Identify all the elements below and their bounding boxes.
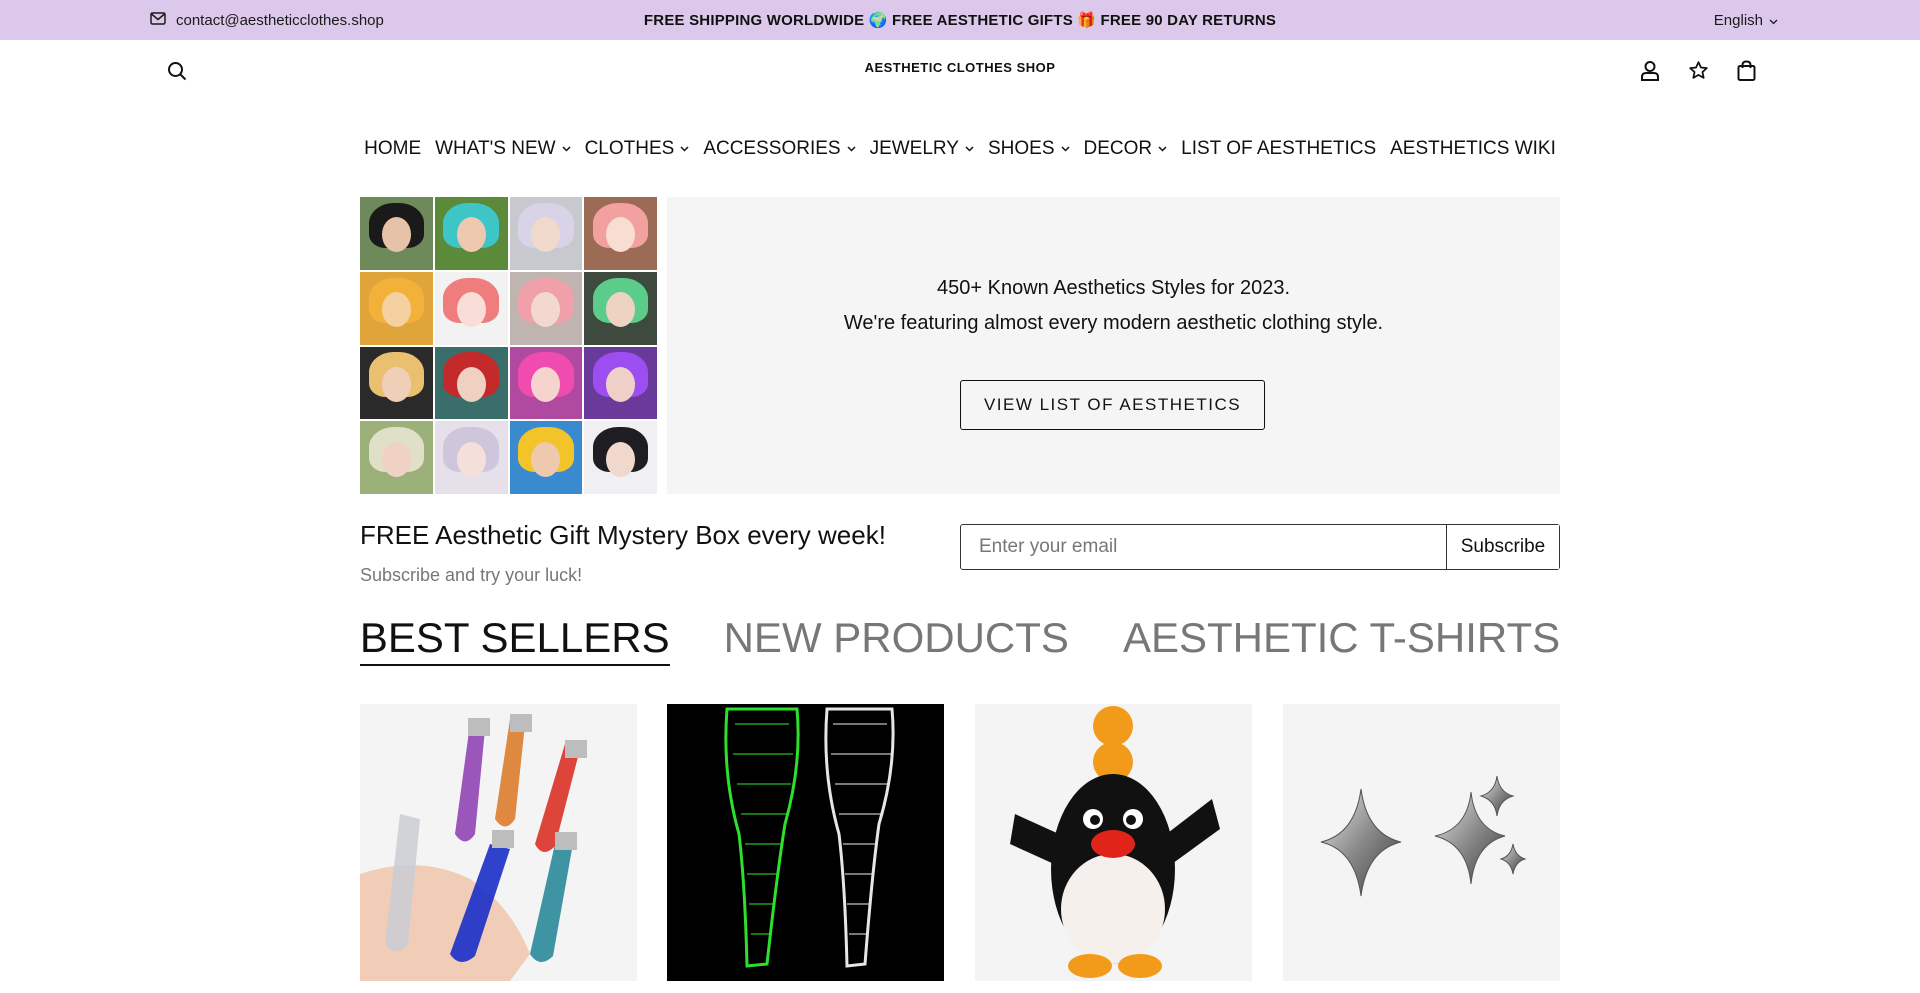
product-image-hair-clips	[360, 704, 637, 981]
announcement-bar: contact@aestheticclothes.shop FREE SHIPP…	[0, 0, 1920, 40]
nav-item-label: HOME	[364, 138, 422, 159]
account-icon[interactable]	[1639, 59, 1661, 81]
nav-item-decor[interactable]: DECOR	[1084, 136, 1168, 162]
hero-collage-image	[360, 197, 657, 494]
nav-item-accessories[interactable]: ACCESSORIES	[703, 136, 856, 162]
product-card-hair-clips[interactable]	[360, 704, 637, 981]
collage-tile	[434, 346, 508, 420]
collage-tile	[584, 271, 657, 345]
collage-tile	[509, 346, 583, 420]
nav-item-label: CLOTHES	[584, 138, 675, 159]
collage-tile	[360, 271, 433, 345]
collage-tile	[434, 197, 508, 270]
nav-item-label: SHOES	[987, 138, 1055, 159]
main-nav: HOME WHAT'S NEW CLOTHES ACCESSORIES JEWE…	[0, 136, 1920, 162]
chevron-down-icon	[562, 146, 571, 152]
nav-item-list-of-aesthetics[interactable]: LIST OF AESTHETICS	[1181, 136, 1376, 162]
nav-item-jewelry[interactable]: JEWELRY	[870, 136, 974, 162]
newsletter-subtitle: Subscribe and try your luck!	[360, 565, 583, 585]
nav-item-label: DECOR	[1083, 138, 1153, 159]
language-label: English	[1713, 11, 1763, 29]
nav-item-label: WHAT'S NEW	[435, 138, 556, 159]
product-card-fishnet-tights[interactable]	[667, 704, 944, 981]
chevron-down-icon	[680, 146, 689, 152]
collage-tile	[434, 421, 508, 494]
language-selector[interactable]: English	[1714, 0, 1778, 40]
wishlist-star-icon[interactable]	[1687, 59, 1709, 81]
hero-headline: 450+ Known Aesthetics Styles for 2023.	[937, 277, 1290, 299]
collage-tile	[509, 421, 583, 494]
collage-tile	[584, 346, 657, 420]
nav-item-whats-new[interactable]: WHAT'S NEW	[435, 136, 571, 162]
nav-item-label: AESTHETICS WIKI	[1390, 138, 1556, 159]
collage-tile	[584, 421, 657, 494]
nav-item-label: JEWELRY	[869, 138, 959, 159]
subscribe-button[interactable]: Subscribe	[1446, 525, 1559, 569]
site-logo[interactable]: AESTHETIC CLOTHES SHOP	[0, 60, 1920, 75]
product-image-pingu-plush	[975, 704, 1252, 981]
email-input[interactable]	[961, 525, 1446, 569]
product-card-star-earrings[interactable]	[1283, 704, 1560, 981]
nav-item-shoes[interactable]: SHOES	[988, 136, 1070, 162]
tab-best-sellers[interactable]: BEST SELLERS	[359, 614, 670, 666]
chevron-down-icon	[1769, 12, 1778, 29]
collage-tile	[509, 197, 583, 270]
promo-message: FREE SHIPPING WORLDWIDE 🌍 FREE AESTHETIC…	[643, 12, 1277, 29]
product-image-fishnet-tights	[667, 704, 944, 981]
collage-tile	[434, 271, 508, 345]
tab-aesthetic-t-shirts[interactable]: AESTHETIC T-SHIRTS	[1123, 614, 1560, 666]
collage-tile	[360, 421, 433, 494]
newsletter-title: FREE Aesthetic Gift Mystery Box every we…	[360, 520, 886, 550]
collage-tile	[509, 271, 583, 345]
collage-tile	[360, 197, 433, 270]
product-tabs: BEST SELLERS NEW PRODUCTS AESTHETIC T-SH…	[0, 614, 1920, 666]
newsletter-form: Subscribe	[960, 524, 1560, 570]
hero-banner: 450+ Known Aesthetics Styles for 2023. W…	[667, 197, 1560, 494]
hero-subheadline: We're featuring almost every modern aest…	[843, 312, 1384, 334]
product-image-star-earrings	[1283, 704, 1560, 981]
nav-item-label: ACCESSORIES	[703, 138, 841, 159]
nav-item-label: LIST OF AESTHETICS	[1181, 138, 1377, 159]
cart-bag-icon[interactable]	[1735, 59, 1757, 81]
chevron-down-icon	[847, 146, 856, 152]
chevron-down-icon	[1060, 146, 1070, 152]
collage-tile	[360, 346, 433, 420]
chevron-down-icon	[1158, 146, 1167, 152]
tab-new-products[interactable]: NEW PRODUCTS	[724, 614, 1069, 666]
product-card-pingu-plush[interactable]	[975, 704, 1252, 981]
nav-item-clothes[interactable]: CLOTHES	[585, 136, 690, 162]
nav-item-home[interactable]: HOME	[364, 136, 421, 162]
collage-tile	[584, 197, 657, 270]
chevron-down-icon	[965, 146, 974, 152]
view-list-of-aesthetics-button[interactable]: VIEW LIST OF AESTHETICS	[960, 380, 1265, 430]
nav-item-aesthetics-wiki[interactable]: AESTHETICS WIKI	[1390, 136, 1556, 162]
